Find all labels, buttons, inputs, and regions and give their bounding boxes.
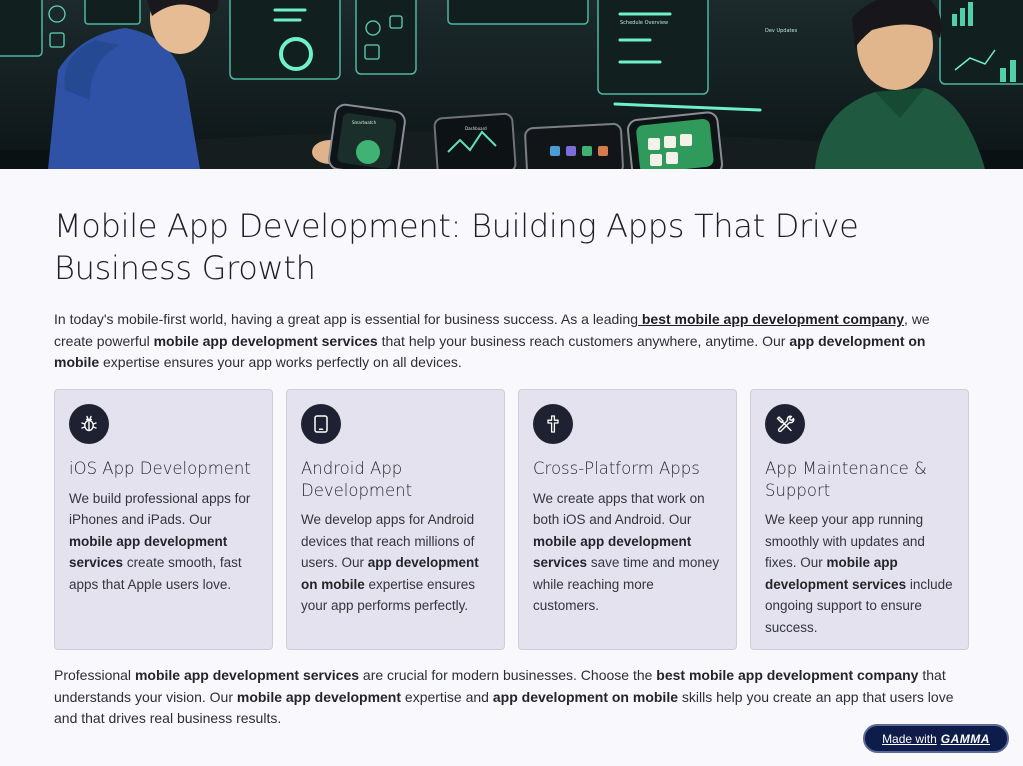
card-description: We develop apps for Android devices that…	[301, 509, 490, 617]
card-title: Cross-Platform Apps	[533, 459, 700, 478]
closing-paragraph: Professional mobile app development serv…	[54, 665, 966, 730]
hero-panel-a-text: Schedule Overview	[620, 20, 668, 26]
card-title: App Maintenance & Support	[765, 459, 927, 500]
card-text: We build professional apps for iPhones a…	[69, 490, 251, 528]
hero-phone-text: Smartwatch	[352, 120, 377, 125]
card-description: We keep your app running smoothly with u…	[765, 509, 954, 638]
bug-icon	[69, 404, 109, 444]
tools-icon	[765, 404, 805, 444]
outro-text-1: Professional	[54, 667, 135, 683]
intro-bold-1: mobile app development services	[153, 332, 378, 349]
service-card-cross-platform: Cross-Platform Apps We create apps that …	[518, 389, 737, 650]
best-company-link[interactable]: best mobile app development company	[638, 311, 904, 327]
service-card-maintenance: App Maintenance & Support We keep your a…	[750, 389, 969, 650]
service-card-android: Android App Development We develop apps …	[286, 389, 505, 650]
card-text: We create apps that work on both iOS and…	[533, 490, 705, 528]
outro-bold-2: best mobile app development company	[656, 667, 919, 683]
hero-image: Schedule Overview Dev Updates Smartwatch…	[0, 0, 1023, 169]
gamma-logo: GAMMA	[940, 731, 990, 746]
outro-text-2: are crucial for modern businesses. Choos…	[359, 667, 657, 683]
card-description: We create apps that work on both iOS and…	[533, 488, 722, 617]
badge-prefix: Made with	[882, 731, 937, 746]
service-cards: iOS App Development We build professiona…	[54, 389, 970, 650]
card-title: Android App Development	[301, 459, 413, 500]
card-title: iOS App Development	[69, 459, 251, 478]
hero-illustration: Schedule Overview Dev Updates Smartwatch…	[0, 0, 1023, 169]
intro-text-1: In today's mobile-first world, having a …	[54, 311, 638, 327]
service-card-ios: iOS App Development We build professiona…	[54, 389, 273, 650]
hero-panel-b-text: Dev Updates	[765, 28, 798, 34]
outro-bold-3: mobile app development	[236, 688, 402, 705]
outro-bold-4: app development on mobile	[492, 688, 678, 705]
hero-dashboard-text: Dashboard	[465, 126, 487, 131]
intro-text-4: expertise ensures your app works perfect…	[99, 354, 462, 370]
made-with-gamma-badge[interactable]: Made with GAMMA	[863, 724, 1009, 753]
card-description: We build professional apps for iPhones a…	[69, 488, 258, 596]
tablet-icon	[301, 404, 341, 444]
intro-text-3: that help your business reach customers …	[377, 332, 790, 349]
outro-bold-1: mobile app development services	[134, 667, 360, 683]
cross-icon	[533, 404, 573, 444]
page-title: Mobile App Development: Building Apps Th…	[54, 207, 859, 287]
intro-paragraph: In today's mobile-first world, having a …	[54, 309, 954, 374]
outro-text-4: expertise and	[401, 688, 493, 705]
